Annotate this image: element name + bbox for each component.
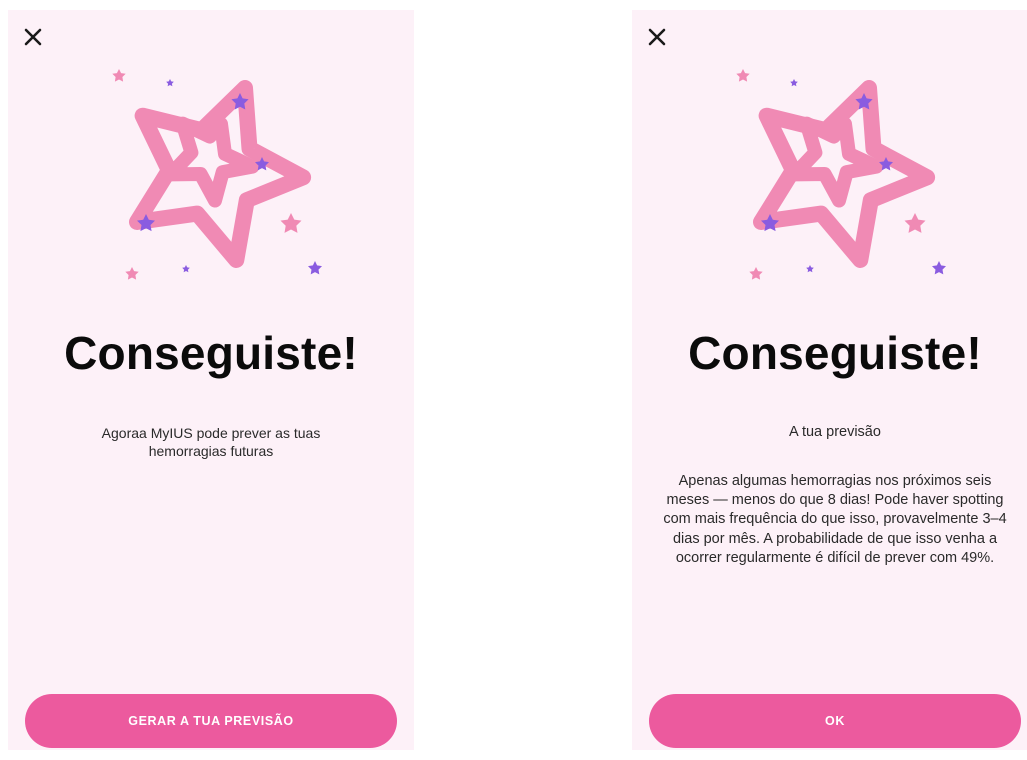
star-inner-ring [787,116,884,208]
star-illustration [112,69,322,280]
description-text: Agoraa MyIUS pode prever as tuas hemorra… [101,425,321,459]
ok-button[interactable]: OK [649,694,1021,748]
button-label: GERAR A TUA PREVISÃO [128,714,294,728]
close-button[interactable] [21,25,45,49]
close-icon [24,28,42,46]
close-icon [648,28,666,46]
forecast-description: Apenas algumas hemorragias nos próximos … [663,473,1007,566]
close-button[interactable] [645,25,669,49]
page-title: Conseguiste! [64,327,358,379]
star-inner-ring [163,116,260,208]
star-illustration [736,69,946,280]
success-screen-right: Conseguiste! A tua previsão Apenas algum… [632,10,1027,750]
page-title: Conseguiste! [688,327,982,379]
generate-forecast-button[interactable]: GERAR A TUA PREVISÃO [25,694,397,748]
forecast-subtitle: A tua previsão [789,424,881,440]
button-label: OK [825,714,845,728]
success-screen-left: Conseguiste! Agoraa MyIUS pode prever as… [8,10,414,750]
